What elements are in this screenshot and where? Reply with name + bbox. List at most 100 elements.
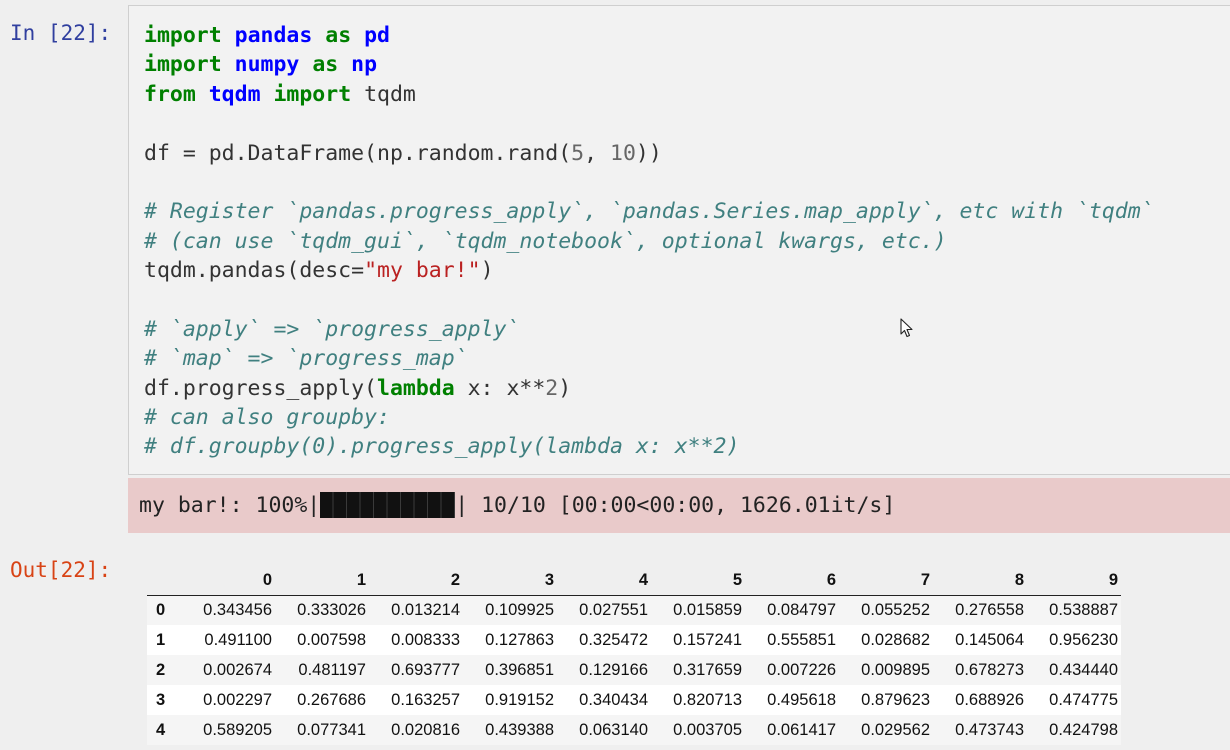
row-index: 0 [156,600,166,619]
table-cell: 0.340434 [579,690,648,709]
column-header: 3 [463,567,557,596]
table-row: 4 0.589205 0.077341 0.020816 0.439388 0.06314… [147,715,1121,745]
table-cell: 0.317659 [673,660,742,679]
code-token: df.progress_apply( [144,375,377,401]
table-cell: 0.276558 [955,600,1024,619]
dataframe-corner-cell [147,567,181,596]
code-line[interactable] [144,286,1154,315]
code-line[interactable]: tqdm.pandas(desc="my bar!") [144,256,1154,285]
table-cell: 0.439388 [485,720,554,739]
table-cell: 0.424798 [1049,720,1118,739]
code-token: as [325,23,352,48]
code-line[interactable]: # `map` => `progress_map` [144,344,1154,373]
table-row: 3 0.002297 0.267686 0.163257 0.919152 0.34043… [147,685,1121,715]
table-cell: 0.267686 [297,690,366,709]
code-line[interactable]: import pandas as pd [144,21,1154,50]
code-line[interactable] [144,109,1154,138]
code-line[interactable]: # can also groupby: [144,403,1154,432]
table-cell: 0.163257 [391,690,460,709]
code-token: # Register `pandas.progress_apply`, `pan… [144,199,1154,225]
column-header: 0 [181,567,275,596]
table-cell: 0.013214 [391,600,460,619]
column-header: 4 [557,567,651,596]
table-cell: 0.495618 [767,690,836,709]
table-cell: 0.003705 [673,720,742,739]
output-prompt: Out[22]: [10,558,112,582]
table-cell: 0.109925 [485,600,554,619]
dataframe-header-row: 0123456789 [147,567,1121,596]
code-token: # `map` => `progress_map` [144,346,468,372]
table-cell: 0.084797 [767,600,836,619]
stderr-output: my bar!: 100%| | 10/10 [00:00<00:00, 1626… [128,478,1230,533]
code-token: import [144,52,222,78]
table-cell: 0.027551 [579,600,648,619]
column-header: 8 [933,567,1027,596]
table-cell: 0.061417 [767,720,836,739]
code-token: df = pd.DataFrame(np.random.rand( [144,140,572,166]
column-header: 7 [839,567,933,596]
code-token: x: x [454,375,520,401]
row-index: 2 [156,660,166,679]
row-index: 4 [156,720,166,739]
progress-suffix: | 10/10 [00:00<00:00, 1626.01it/s] [455,493,896,518]
code-line[interactable]: from tqdm import tqdm [144,80,1154,109]
code-token: from [144,81,196,107]
column-header: 6 [745,567,839,596]
code-line[interactable]: import numpy as np [144,50,1154,79]
code-token: as [312,52,339,78]
table-cell: 0.693777 [391,660,460,679]
table-row: 0 0.343456 0.333026 0.013214 0.109925 0.02755… [147,595,1121,625]
code-line[interactable] [144,168,1154,197]
table-cell: 0.127863 [485,630,554,649]
table-cell: 0.007226 [767,660,836,679]
column-header: 5 [651,567,745,596]
code-token: np [351,52,378,78]
table-cell: 0.820713 [673,690,742,709]
input-prompt: In [22]: [10,21,112,45]
table-cell: 0.015859 [673,600,742,619]
code-line[interactable]: df = pd.DataFrame(np.random.rand(5, 10)) [144,139,1154,168]
table-cell: 0.481197 [298,660,366,679]
table-cell: 0.028682 [861,630,930,649]
code-token: # (can use `tqdm_gui`, `tqdm_notebook`, … [144,228,947,254]
table-row: 1 0.491100 0.007598 0.008333 0.127863 0.32547… [147,625,1121,655]
table-cell: 0.919152 [485,690,554,709]
table-cell: 0.020816 [391,720,460,739]
table-cell: 0.002674 [203,660,272,679]
code-token: pandas [234,23,313,48]
code-token: ** [519,375,546,401]
progress-bar-output: my bar!: 100%| | 10/10 [00:00<00:00, 1626… [139,491,895,521]
dataframe-table: 0123456789 0 0.343456 0.333026 0.013214 0.10… [147,567,1121,745]
code-cell-editor[interactable]: import pandas as pd import numpy as np fro… [128,5,1230,475]
table-cell: 0.063140 [579,720,648,739]
column-header: 9 [1027,567,1121,596]
table-cell: 0.007598 [297,630,366,649]
column-header: 2 [369,567,463,596]
table-cell: 0.678273 [955,660,1024,679]
table-cell: 0.333026 [297,600,366,619]
table-cell: 0.145064 [955,630,1024,649]
code-line[interactable]: # Register `pandas.progress_apply`, `pan… [144,197,1154,226]
table-cell: 0.002297 [203,690,272,709]
table-cell: 0.396851 [485,660,554,679]
code-line[interactable]: # df.groupby(0).progress_apply(lambda x:… [144,432,1154,461]
code-token: ) [480,258,494,284]
progress-prefix: my bar!: 100%| [139,493,321,518]
code-token: # df.groupby(0).progress_apply(lambda x:… [144,434,740,460]
table-cell: 0.009895 [861,660,930,679]
table-cell: 0.008333 [391,630,460,649]
code-token: "my bar!" [364,258,481,284]
table-cell: 0.055252 [861,600,930,619]
table-cell: 0.029562 [861,720,930,739]
code-token: # can also groupby: [144,405,390,431]
table-row: 2 0.002674 0.481197 0.693777 0.396851 0.12916… [147,655,1121,685]
code-line[interactable]: # `apply` => `progress_apply` [144,315,1154,344]
code-line[interactable]: # (can use `tqdm_gui`, `tqdm_notebook`, … [144,227,1154,256]
code-line[interactable]: df.progress_apply(lambda x: x**2) [144,374,1154,403]
code-lines[interactable]: import pandas as pd import numpy as np fro… [144,21,1154,462]
table-cell: 0.688926 [955,690,1024,709]
table-cell: 0.325472 [579,630,648,649]
